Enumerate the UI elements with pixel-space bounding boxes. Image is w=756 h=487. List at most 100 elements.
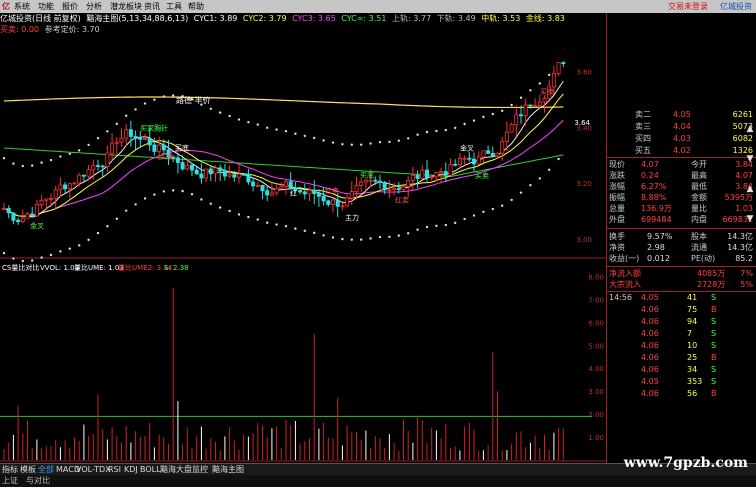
scroll-up-icon[interactable]: ▲: [744, 183, 756, 195]
gold-line: [3, 96, 564, 109]
tab-rsi[interactable]: RSI: [108, 464, 121, 475]
candle-body: [321, 195, 326, 202]
tab-market-monitor[interactable]: 黯海大盘监控: [160, 464, 208, 475]
menu-help[interactable]: 帮助: [188, 0, 204, 13]
candle-body: [467, 157, 472, 160]
lower-band-dot: [266, 221, 269, 224]
menu-info[interactable]: 资讯: [144, 0, 160, 13]
candle-body: [34, 204, 39, 217]
lower-band-dot: [247, 215, 250, 219]
tick-volume: 10: [687, 341, 698, 350]
candle-body: [448, 163, 453, 176]
candle-body: [415, 175, 420, 179]
volume-axis-label: 7.00: [588, 296, 604, 304]
candle-body: [406, 180, 411, 188]
stat-label: 流通: [691, 243, 707, 252]
candle-body: [377, 180, 382, 183]
lower-band-dot: [172, 189, 175, 192]
upper-band-dot: [482, 115, 485, 119]
price-axis-label: 3.20: [576, 180, 592, 188]
candle-body: [6, 208, 11, 214]
volume-axis-label: 3.00: [588, 388, 604, 396]
upper-band-dot: [68, 152, 72, 155]
compare-label[interactable]: 与对比: [26, 475, 50, 487]
chart-area[interactable]: 3.60 3.40 3.20 3.00 3.64 路德·半价 买家胸针 买卖 买底 金叉 红卖 主力买…: [0, 13, 606, 463]
tab-main-chart[interactable]: 黯海主图: [212, 464, 244, 475]
candle-body: [326, 200, 331, 205]
upper-band-dot: [40, 161, 43, 164]
tab-boll[interactable]: BOLL: [140, 464, 161, 475]
lower-band-dot: [369, 237, 372, 240]
tab-kdj[interactable]: KDJ: [124, 464, 138, 475]
stat-label: 量比: [691, 204, 707, 213]
signal-annotation: 红卖: [325, 186, 339, 195]
tick-price: 4.06: [641, 305, 659, 314]
upper-band-dot: [153, 98, 156, 101]
menu-quote[interactable]: 报价: [62, 0, 78, 13]
candle-body: [312, 189, 317, 194]
flow-row: 大宗流入 2728万 5%: [607, 279, 756, 290]
scroll-down-icon[interactable]: ▼: [744, 153, 756, 165]
upper-band-dot: [388, 140, 391, 144]
candle-body: [514, 114, 519, 126]
upper-band-dot: [125, 114, 128, 117]
tick-side: S: [711, 329, 717, 338]
menu-system[interactable]: 系统: [14, 0, 30, 13]
candle-body: [298, 190, 303, 193]
scroll-down-icon[interactable]: ▼: [744, 213, 756, 225]
candle-body: [255, 185, 260, 187]
tick-price: 4.06: [641, 329, 659, 338]
lower-band-dot: [228, 209, 231, 213]
tab-template[interactable]: 模板: [20, 464, 36, 475]
signal-annotation: 买底: [175, 143, 189, 152]
menu-tools[interactable]: 工具: [166, 0, 182, 13]
order-label: 买五: [635, 146, 651, 155]
menu-sector[interactable]: 潜龙板块: [110, 0, 142, 13]
kline-chart[interactable]: 3.603.403.203.003.64路德·半价买家胸针买卖买底金叉红卖主力买…: [0, 13, 606, 463]
candle-body: [265, 190, 270, 196]
tick-volume: 353: [687, 377, 703, 386]
lower-band-dot: [322, 234, 325, 237]
indicator-header-2: 买卖: 0.00 参考定价: 3.70: [0, 24, 606, 35]
stat-value: 4.07: [641, 160, 659, 169]
stat-label: 换手: [609, 232, 625, 241]
order-price: 4.02: [673, 146, 691, 155]
menu-function[interactable]: 功能: [38, 0, 54, 13]
login-link[interactable]: 交易未登录: [668, 0, 708, 13]
lower-band-dot: [96, 231, 100, 235]
lower-band-dot: [425, 225, 429, 229]
menu-analysis[interactable]: 分析: [86, 0, 102, 13]
candle-body: [213, 167, 218, 175]
upper-band-dot: [341, 143, 344, 146]
upper-band-dot: [96, 136, 100, 140]
upper-band-dot: [425, 130, 429, 134]
candle-body: [269, 192, 274, 196]
scroll-up-icon[interactable]: ▲: [744, 123, 756, 135]
lower-band-dot: [294, 227, 297, 230]
index-shanghai[interactable]: 上证: [2, 475, 18, 487]
upper-band-dot: [12, 162, 15, 165]
tab-indicator[interactable]: 指标: [2, 464, 18, 475]
stat-row: 收益(一) 0.012 PE(动) 85.2: [607, 253, 756, 264]
lower-band-dot: [548, 168, 551, 171]
indicator-header: 亿城投资(日线 前复权) 黯海主图(5,13,34,88,6,13) CYC1:…: [0, 13, 606, 24]
indicator-name[interactable]: 黯海主图(5,13,34,88,6,13): [86, 13, 188, 24]
volume-axis-label: 6.00: [588, 319, 604, 327]
brand-name: 亿城投资: [720, 2, 752, 11]
flow-percent: 7%: [740, 269, 753, 278]
lower-band-dot: [284, 224, 288, 228]
candle-body: [340, 205, 345, 208]
upper-band-dot: [435, 129, 438, 133]
order-label: 买四: [635, 134, 651, 143]
lower-band-dot: [21, 259, 24, 263]
candle-body: [204, 168, 209, 179]
lower-band-dot: [87, 238, 90, 242]
candle-body: [387, 189, 392, 192]
candle-body: [147, 138, 152, 146]
tab-vol-tdx[interactable]: VOL-TDX: [76, 464, 111, 475]
stat-label: 内盘: [691, 215, 707, 224]
order-divider: [607, 157, 756, 158]
stat-value: 2.98: [647, 243, 665, 252]
tab-all[interactable]: 全部: [38, 464, 54, 475]
candle-body: [443, 171, 448, 176]
